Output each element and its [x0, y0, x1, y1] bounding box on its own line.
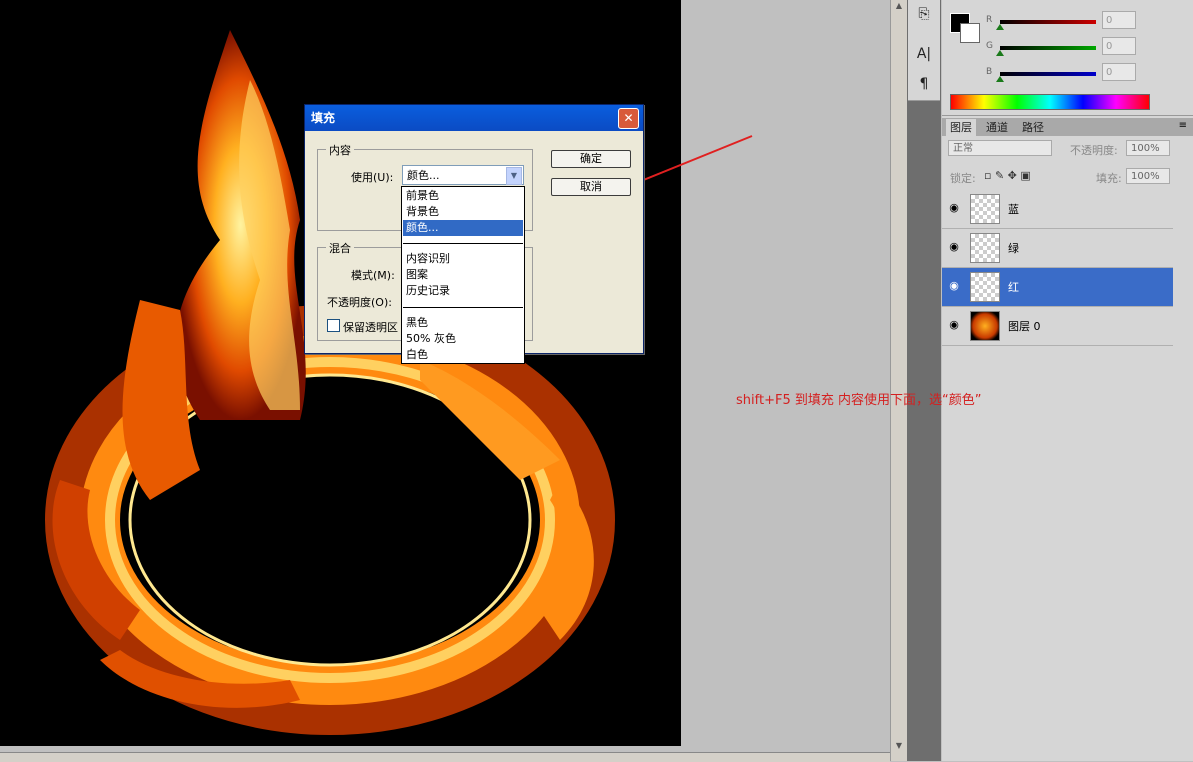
dialog-title: 填充 [305, 105, 643, 131]
opacity-field-label: 不透明度(O): [327, 296, 392, 309]
dropdown-separator [403, 243, 523, 244]
tool-column: ⎘ A| ¶ [908, 0, 940, 101]
preserve-transparency-checkbox[interactable] [327, 319, 340, 332]
layer-thumbnail [970, 194, 1000, 224]
layer-name: 蓝 [1008, 203, 1019, 216]
layer-thumbnail [970, 311, 1000, 341]
dropdown-item[interactable]: 内容识别 [403, 251, 523, 267]
tab-channels[interactable]: 通道 [982, 119, 1012, 136]
layer-row[interactable]: ◉ 图层 0 [942, 307, 1173, 346]
mode-label: 模式(M): [351, 269, 395, 282]
blue-value-input[interactable]: 0 [1102, 63, 1136, 81]
close-icon[interactable]: ✕ [618, 108, 639, 129]
layer-row[interactable]: ◉ 蓝 [942, 190, 1173, 229]
green-label: G [986, 41, 993, 51]
green-slider[interactable] [1000, 46, 1096, 50]
background-color-swatch[interactable] [960, 23, 980, 43]
layers-panel: 图层 通道 路径 ≡ 正常 不透明度: 100% 锁定: ▫ ✎ ✥ ▣ 填充:… [942, 118, 1193, 761]
tab-paths[interactable]: 路径 [1018, 119, 1048, 136]
red-label: R [986, 15, 993, 25]
tab-layers[interactable]: 图层 [946, 119, 976, 136]
scroll-down-arrow-icon[interactable]: ▼ [892, 740, 906, 752]
green-slider-thumb[interactable] [996, 50, 1004, 56]
eye-icon[interactable]: ◉ [946, 279, 962, 295]
opacity-label: 不透明度: [1070, 144, 1118, 157]
layer-name: 红 [1008, 281, 1019, 294]
green-slider-row: G 0 [982, 37, 1182, 59]
layer-thumbnail [970, 233, 1000, 263]
layer-name: 图层 0 [1008, 320, 1041, 333]
red-slider-row: R 0 [982, 11, 1182, 33]
color-spectrum-bar[interactable] [950, 94, 1150, 110]
dropdown-item[interactable]: 黑色 [403, 315, 523, 331]
blend-group-label: 混合 [326, 240, 354, 256]
layer-row[interactable]: ◉ 绿 [942, 229, 1173, 268]
use-select-value: 颜色... [407, 169, 440, 182]
red-slider[interactable] [1000, 20, 1096, 24]
annotation-text: shift+F5 到填充 内容使用下面，选“颜色” [736, 393, 982, 408]
eye-icon[interactable]: ◉ [946, 201, 962, 217]
green-value-input[interactable]: 0 [1102, 37, 1136, 55]
content-group-label: 内容 [326, 142, 354, 158]
panel-menu-icon[interactable]: ≡ [1179, 120, 1187, 131]
red-value-input[interactable]: 0 [1102, 11, 1136, 29]
red-slider-thumb[interactable] [996, 24, 1004, 30]
blue-slider-row: B 0 [982, 63, 1182, 85]
fill-input[interactable]: 100% [1126, 168, 1170, 184]
right-panel: R 0 G 0 B 0 图层 通道 路径 ≡ 正常 不透明度: 100% 锁定: [942, 0, 1193, 761]
use-label: 使用(U): [351, 171, 394, 184]
vertical-scrollbar[interactable]: ▲ ▼ [890, 0, 907, 761]
preserve-transparency-label: 保留透明区 [343, 321, 398, 334]
cancel-button[interactable]: 取消 [551, 178, 631, 196]
use-dropdown-list: 前景色 背景色 颜色... 内容识别 图案 历史记录 黑色 50% 灰色 白色 [401, 186, 525, 364]
dropdown-item[interactable]: 白色 [403, 347, 523, 363]
layer-name: 绿 [1008, 242, 1019, 255]
panel-tab-row: 图层 通道 路径 ≡ [942, 118, 1193, 136]
eye-icon[interactable]: ◉ [946, 318, 962, 334]
layer-row-selected[interactable]: ◉ 红 [942, 268, 1173, 307]
blue-slider[interactable] [1000, 72, 1096, 76]
blend-mode-select[interactable]: 正常 [948, 140, 1052, 156]
lock-icons[interactable]: ▫ ✎ ✥ ▣ [984, 169, 1031, 182]
tool-strip [907, 0, 941, 761]
scroll-up-arrow-icon[interactable]: ▲ [892, 0, 906, 12]
dropdown-item[interactable]: 历史记录 [403, 283, 523, 299]
character-icon[interactable]: A| [912, 42, 936, 66]
dropdown-item[interactable]: 图案 [403, 267, 523, 283]
blue-slider-thumb[interactable] [996, 76, 1004, 82]
dropdown-item-selected[interactable]: 颜色... [403, 220, 523, 236]
use-select[interactable]: 颜色... ▼ [402, 165, 524, 185]
fill-label: 填充: [1096, 172, 1122, 185]
history-icon[interactable]: ⎘ [912, 2, 936, 26]
ok-button[interactable]: 确定 [551, 150, 631, 168]
dropdown-item[interactable]: 前景色 [403, 188, 523, 204]
chevron-down-icon[interactable]: ▼ [506, 167, 522, 185]
dropdown-item[interactable]: 背景色 [403, 204, 523, 220]
lock-label: 锁定: [950, 172, 976, 185]
layer-thumbnail [970, 272, 1000, 302]
paragraph-icon[interactable]: ¶ [912, 72, 936, 96]
dropdown-separator [403, 307, 523, 308]
opacity-input[interactable]: 100% [1126, 140, 1170, 156]
dropdown-item[interactable]: 50% 灰色 [403, 331, 523, 347]
eye-icon[interactable]: ◉ [946, 240, 962, 256]
color-panel: R 0 G 0 B 0 [942, 0, 1193, 116]
blue-label: B [986, 67, 993, 77]
